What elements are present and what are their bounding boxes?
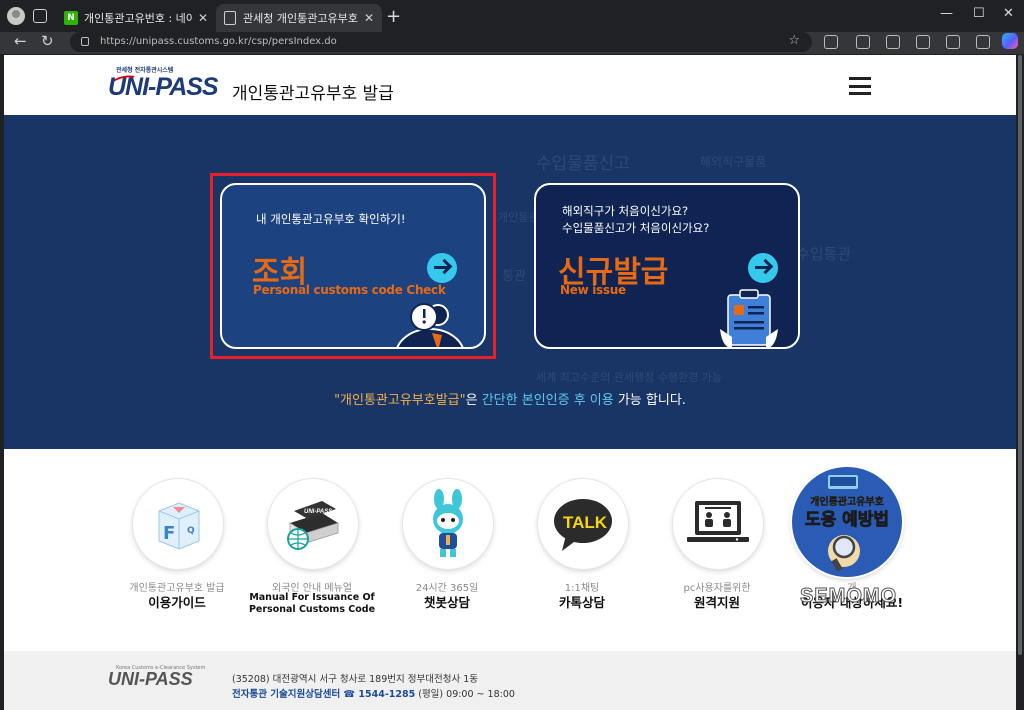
background-word: 수입물품신고 xyxy=(536,154,630,174)
issue-english: New issue xyxy=(560,283,626,297)
background-word: 해외직구물품 xyxy=(700,155,767,169)
service-title-line1: Manual For Issuance Of xyxy=(249,592,375,603)
hero-section: 수입물품신고 해외직구물품 개인통관고유부호 수입통관 통관 세계 최고수준의 … xyxy=(4,115,1016,449)
close-window-button[interactable]: ✕ xyxy=(1003,6,1014,21)
page-viewport: 관세청 전자통관시스템 UNI-PASS 개인통관고유부호 발급 수입물품신고 … xyxy=(4,55,1016,710)
favorites-icon[interactable] xyxy=(886,35,900,49)
split-screen-icon[interactable] xyxy=(856,35,870,49)
service-icon-circle[interactable]: F Q xyxy=(133,479,223,569)
clipboard-document-icon xyxy=(720,289,778,347)
maximize-button[interactable]: ☐ xyxy=(973,6,985,21)
address-bar[interactable]: https://unipass.customs.go.kr/csp/persIn… xyxy=(70,32,812,52)
service-icon-circle[interactable]: UNI-PASS xyxy=(268,479,358,569)
service-title-line2: Personal Customs Code xyxy=(248,604,376,615)
logo-text: UNI-PASS xyxy=(108,73,219,101)
note-quoted: "개인통관고유부호발급" xyxy=(334,393,466,408)
favorite-star-icon[interactable]: ☆ xyxy=(788,33,800,48)
lock-icon xyxy=(81,37,89,46)
browser-essentials-icon[interactable] xyxy=(946,35,960,49)
profile-avatar[interactable] xyxy=(7,7,25,25)
footer-center: 전자통관 기술지원상담센터 xyxy=(232,689,341,700)
footer-contact: 전자통관 기술지원상담센터 ☎ 1544-1285 (평일) 09:00 ~ 1… xyxy=(232,686,515,700)
site-header: 관세청 전자통관시스템 UNI-PASS 개인통관고유부호 발급 xyxy=(4,55,1016,115)
naver-icon: N xyxy=(64,11,78,25)
svg-text:Q: Q xyxy=(187,526,195,536)
service-kakaotalk[interactable]: TALK 1:1채팅 카톡상담 xyxy=(512,479,652,639)
background-word: 세계 최고수준의 관세행정 수행환경 가능 xyxy=(536,371,723,384)
service-icon-circle[interactable]: 개인통관고유부호 도용 예방법 xyxy=(792,467,902,577)
browser-tab-unipass[interactable]: 관세청 개인통관고유부호 ✕ xyxy=(216,4,382,32)
issue-subtitle-1: 해외직구가 처음이신가요? xyxy=(562,204,689,218)
service-title: Manual For Issuance Of Personal Customs C… xyxy=(242,592,382,616)
manual-book-icon: UNI-PASS xyxy=(287,501,339,550)
extensions-icon[interactable] xyxy=(824,35,838,49)
watermark-text: SEMOMO xyxy=(799,585,898,608)
service-theft-prevention[interactable]: 개인통관고유부호 도용 예방법 개 이용자 대상하세요! xyxy=(782,467,922,639)
note-suffix: 가능 합니다. xyxy=(613,393,686,408)
copilot-icon[interactable] xyxy=(1002,33,1018,49)
service-usage-guide[interactable]: F Q 개인통관고유부호 발급 이용가이드 xyxy=(107,479,247,639)
new-issue-card[interactable]: 해외직구가 처음이신가요? 수입물품신고가 처음이신가요? 신규발급 New i… xyxy=(534,183,800,349)
page-icon xyxy=(224,11,236,25)
background-word: 수입통관 xyxy=(796,245,852,263)
refresh-icon[interactable]: ↻ xyxy=(41,32,54,50)
close-tab-icon[interactable]: ✕ xyxy=(364,11,374,25)
url-text: https://unipass.customs.go.kr/csp/persIn… xyxy=(100,36,337,47)
site-footer: Korea Customs e-Clearance System UNI-PAS… xyxy=(4,651,1016,710)
footer-logo: UNI-PASS xyxy=(108,669,193,689)
service-title: 이용가이드 xyxy=(148,595,206,610)
browser-tab-naver[interactable]: N 개인통관고유번호 : 네이버 검색 ✕ xyxy=(56,4,216,32)
scrollbar-thumb[interactable] xyxy=(1018,55,1022,655)
identity-theft-prevention-icon: 개인통관고유부호 도용 예방법 xyxy=(805,475,889,572)
tab-title: 관세청 개인통관고유부호 xyxy=(243,12,358,25)
page-title: 개인통관고유부호 발급 xyxy=(232,84,394,104)
service-title: 원격지원 xyxy=(693,595,740,610)
close-tab-icon[interactable]: ✕ xyxy=(198,11,208,25)
services-row: F Q 개인통관고유부호 발급 이용가이드 UNI-PASS 외국인 안내 메뉴… xyxy=(4,449,1016,651)
service-title: 챗봇상담 xyxy=(423,595,470,610)
new-tab-icon[interactable]: + xyxy=(386,6,401,27)
service-icon-circle[interactable] xyxy=(673,479,763,569)
usage-note: "개인통관고유부호발급"은 간단한 본인인증 후 이용 가능 합니다. xyxy=(4,389,1016,408)
more-options-icon[interactable] xyxy=(976,35,990,49)
background-word: 통관 xyxy=(502,269,526,284)
collections-icon[interactable] xyxy=(916,35,930,49)
icon-text-line1: 개인통관고유부호 xyxy=(810,495,884,508)
highlight-box xyxy=(210,173,496,359)
service-foreigner-manual[interactable]: UNI-PASS 외국인 안내 메뉴얼 Manual For Issuance … xyxy=(242,479,382,639)
service-chatbot[interactable]: 24시간 365일 챗봇상담 xyxy=(377,479,517,639)
service-title: 카톡상담 xyxy=(558,595,605,610)
service-remote-support[interactable]: pc사용자를위한 원격지원 xyxy=(647,479,787,639)
icon-text-line2: 도용 예방법 xyxy=(805,510,889,530)
talk-text: TALK xyxy=(563,513,608,532)
footer-hours: (평일) 09:00 ~ 18:00 xyxy=(418,689,515,700)
remote-support-icon xyxy=(687,501,749,542)
issue-subtitle-2: 수입물품신고가 처음이신가요? xyxy=(562,221,710,235)
footer-address: (35208) 대전광역시 서구 청사로 189번지 정부대전청사 1동 xyxy=(232,674,478,685)
note-emphasis: 간단한 본인인증 후 이용 xyxy=(481,393,614,408)
footer-phone: ☎ 1544-1285 xyxy=(343,689,416,700)
back-icon[interactable]: ← xyxy=(14,32,27,50)
tab-actions-icon[interactable] xyxy=(33,9,47,23)
browser-toolbar: ← ↻ https://unipass.customs.go.kr/csp/pe… xyxy=(0,32,1024,54)
browser-tab-bar: N 개인통관고유번호 : 네이버 검색 ✕ 관세청 개인통관고유부호 ✕ + —… xyxy=(0,0,1024,32)
service-icon-circle[interactable]: TALK xyxy=(538,479,628,569)
minimize-button[interactable]: — xyxy=(940,6,953,21)
note-particle: 은 xyxy=(465,393,482,408)
chatbot-mascot-icon xyxy=(433,489,463,557)
scrollbar[interactable] xyxy=(1016,55,1024,710)
svg-text:UNI-PASS: UNI-PASS xyxy=(304,509,332,515)
hamburger-icon[interactable] xyxy=(849,77,871,95)
svg-text:F: F xyxy=(163,523,175,544)
unipass-logo[interactable]: 관세청 전자통관시스템 UNI-PASS xyxy=(108,65,228,105)
faq-cube-icon: F Q xyxy=(158,502,200,550)
arrow-right-icon[interactable] xyxy=(748,253,778,283)
service-icon-circle[interactable] xyxy=(403,479,493,569)
kakaotalk-icon: TALK xyxy=(554,499,612,551)
tab-title: 개인통관고유번호 : 네이버 검색 xyxy=(84,12,192,25)
